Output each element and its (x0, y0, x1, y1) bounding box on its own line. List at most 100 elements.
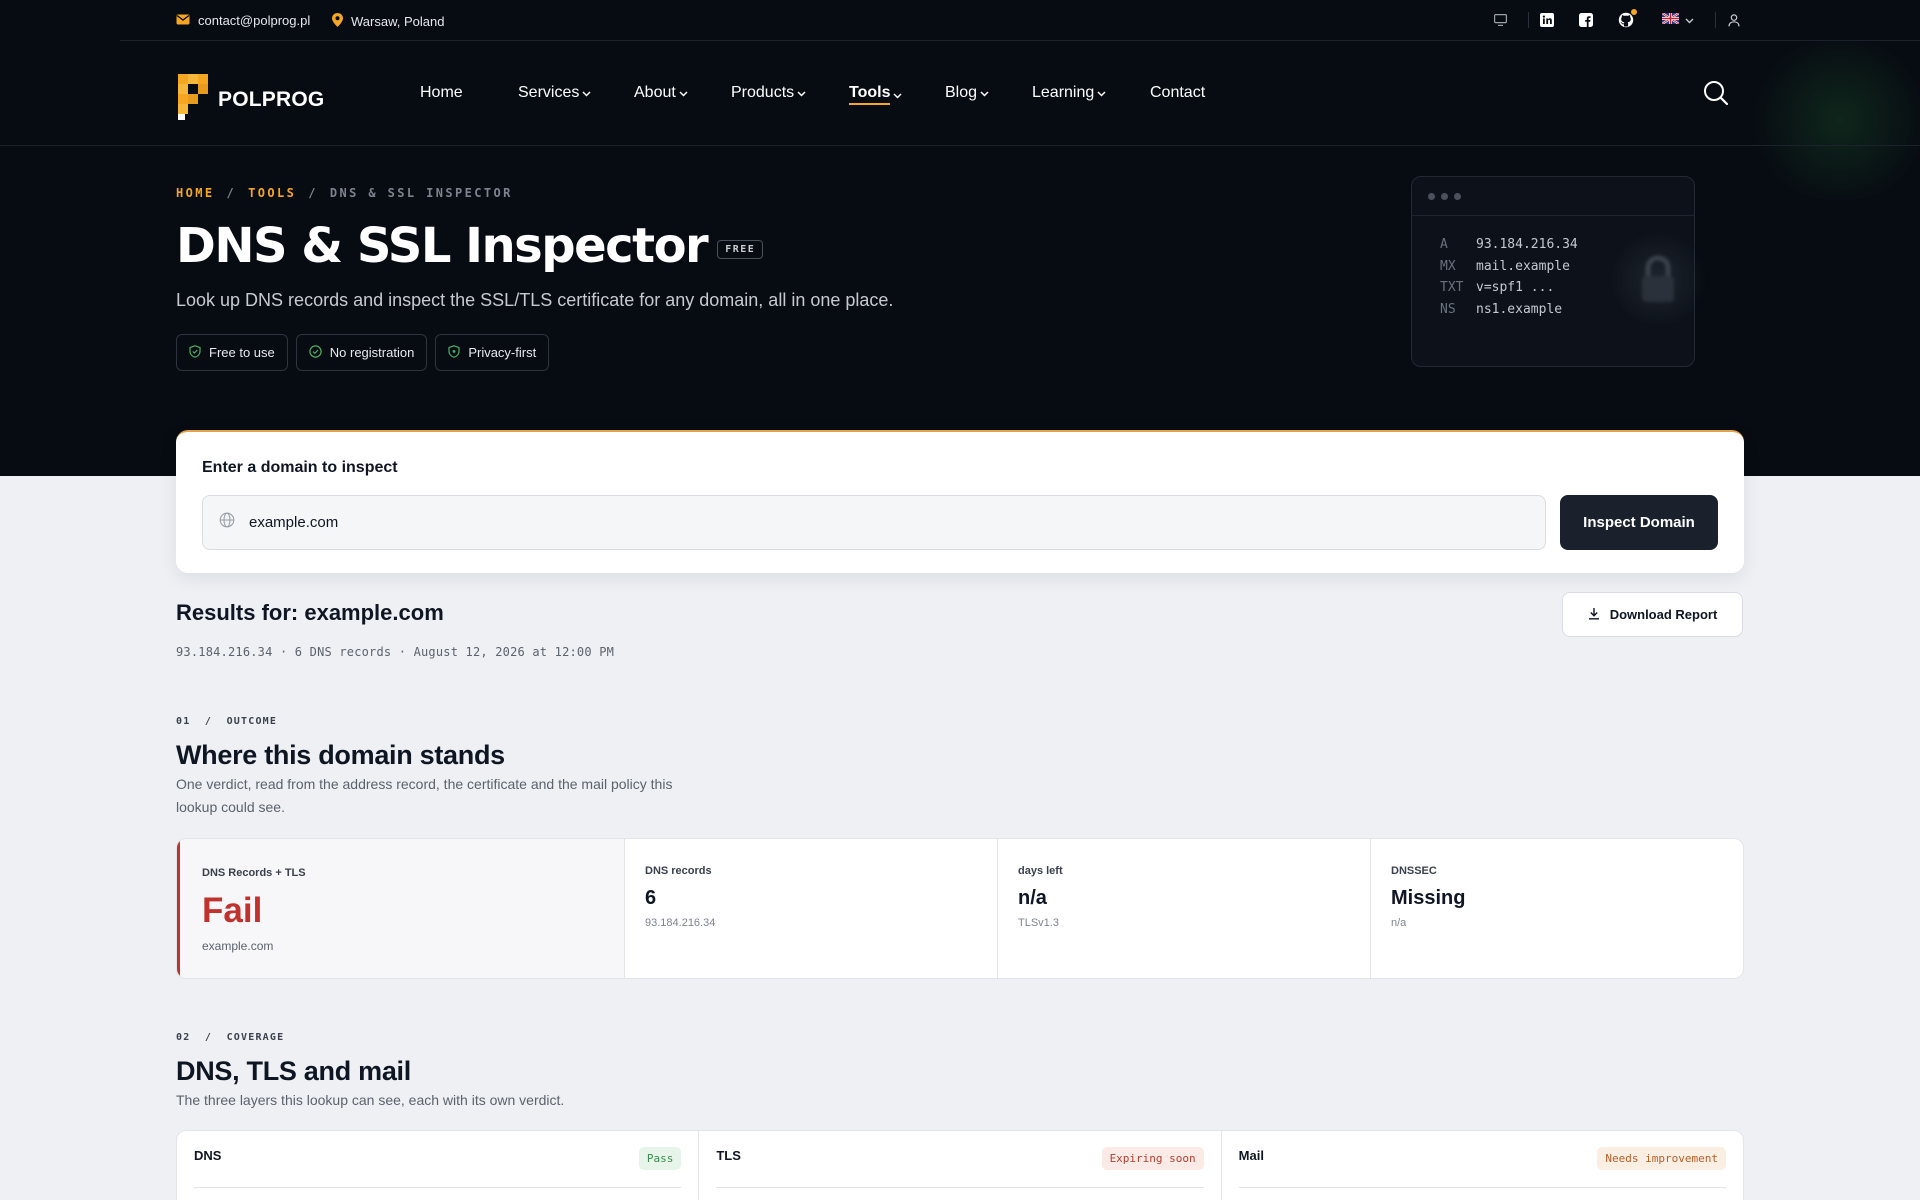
coverage-dns: DNS Pass (177, 1131, 700, 1200)
outcome-grid: DNS Records + TLS Fail example.com DNS r… (176, 838, 1744, 979)
coverage-name: DNS (194, 1148, 222, 1163)
nav-home[interactable]: Home (420, 84, 463, 102)
page-subtitle: Look up DNS records and inspect the SSL/… (176, 290, 894, 310)
verdict-domain: example.com (202, 939, 274, 953)
logo-text: POLPROG (218, 87, 325, 111)
contact-email[interactable]: contact@polprog.pl (176, 13, 310, 28)
results-meta: 93.184.216.34 · 6 DNS records · August 1… (176, 645, 615, 659)
breadcrumb-current: DNS & SSL INSPECTOR (329, 186, 513, 200)
notification-dot (1631, 9, 1637, 15)
breadcrumb-tools[interactable]: TOOLS (248, 186, 296, 200)
coverage-tls: TLS Expiring soon (699, 1131, 1222, 1200)
user-icon[interactable] (1726, 12, 1742, 28)
metric-sub: n/a (1391, 917, 1407, 929)
metric-value: Missing (1391, 887, 1466, 909)
status-badge: Needs improvement (1597, 1147, 1726, 1170)
uk-flag-icon (1661, 11, 1680, 29)
metric-label: days left (1018, 865, 1063, 877)
shield-icon (448, 344, 460, 361)
metric-dnssec: DNSSEC Missing n/a (1371, 839, 1743, 978)
window-dots (1412, 177, 1694, 216)
lock-icon (1608, 229, 1708, 329)
page-title-text: DNS & SSL Inspector (176, 218, 709, 274)
chevron-down-icon (893, 86, 903, 104)
nav-services-label: Services (518, 84, 580, 101)
chip-no-registration: No registration (295, 334, 428, 371)
email-text: contact@polprog.pl (198, 13, 311, 28)
metric-dns-records: DNS records 6 93.184.216.34 (625, 839, 998, 978)
nav-about[interactable]: About (634, 84, 688, 102)
location: Warsaw, Poland (332, 13, 444, 30)
domain-input-wrapper[interactable] (202, 495, 1546, 550)
metric-sub: TLSv1.3 (1018, 917, 1059, 929)
linkedin-icon[interactable] (1539, 12, 1555, 28)
logo[interactable]: POLPROG (178, 74, 324, 125)
chevron-down-icon (679, 84, 688, 102)
metric-label: DNSSEC (1391, 865, 1437, 877)
section-eyebrow: 01 / OUTCOME (176, 716, 278, 727)
verdict-value: Fail (202, 891, 263, 930)
chip-label: Free to use (209, 345, 275, 360)
location-text: Warsaw, Poland (351, 14, 445, 29)
polprog-logo-icon (178, 74, 211, 125)
nav-blog-label: Blog (945, 84, 978, 101)
github-icon[interactable] (1618, 9, 1637, 28)
coverage-title: DNS, TLS and mail (176, 1056, 411, 1086)
nav-blog[interactable]: Blog (945, 84, 989, 102)
chevron-down-icon (1097, 84, 1106, 102)
check-circle-icon (309, 344, 322, 361)
chip-free: Free to use (176, 334, 288, 371)
download-label: Download Report (1609, 607, 1718, 622)
results-title: Results for: example.com (176, 600, 444, 625)
chip-label: No registration (329, 345, 415, 360)
verdict-label: DNS Records + TLS (202, 867, 306, 879)
metric-sub: 93.184.216.34 (645, 917, 716, 929)
location-pin-icon (332, 13, 343, 30)
inspect-domain-button[interactable]: Inspect Domain (1560, 495, 1718, 550)
page-title: DNS & SSL Inspector FREE (176, 218, 764, 274)
chevron-down-icon (797, 84, 806, 102)
domain-search-card: Enter a domain to inspect Inspect Domain (176, 430, 1744, 573)
breadcrumb-separator: / (308, 186, 318, 200)
nav-services[interactable]: Services (518, 84, 591, 102)
nav-products[interactable]: Products (731, 84, 806, 102)
coverage-description: The three layers this lookup can see, ea… (176, 1092, 565, 1108)
section-eyebrow: 02 / COVERAGE (176, 1032, 285, 1043)
chip-label: Privacy-first (468, 345, 537, 360)
feature-chips: Free to use No registration Privacy-firs… (176, 334, 550, 371)
breadcrumb: HOME / TOOLS / DNS & SSL INSPECTOR (176, 186, 513, 200)
outcome-description: One verdict, read from the address recor… (176, 776, 673, 815)
divider (1528, 12, 1529, 28)
download-icon (1588, 607, 1600, 623)
nav-tools-label: Tools (849, 84, 891, 105)
facebook-icon[interactable] (1578, 12, 1594, 28)
status-badge: Expiring soon (1101, 1147, 1204, 1170)
chevron-down-icon (582, 84, 591, 102)
divider (1715, 12, 1716, 28)
nav-home-label: Home (420, 84, 463, 101)
chevron-down-icon (1685, 11, 1694, 29)
shield-check-icon (189, 344, 201, 361)
metric-days-left: days left n/a TLSv1.3 (998, 839, 1371, 978)
nav-contact[interactable]: Contact (1150, 84, 1205, 102)
verdict-cell: DNS Records + TLS Fail example.com (177, 839, 625, 978)
monitor-icon[interactable] (1492, 12, 1508, 28)
nav-learning-label: Learning (1032, 84, 1095, 101)
domain-input-label: Enter a domain to inspect (202, 459, 398, 476)
domain-input[interactable] (249, 514, 1449, 531)
nav-learning[interactable]: Learning (1032, 84, 1106, 102)
coverage-name: TLS (716, 1148, 741, 1163)
main-navigation: POLPROG Home Services About Products Too… (0, 41, 1920, 146)
chevron-down-icon (980, 84, 989, 102)
coverage-grid: DNS Pass TLS Expiring soon Mail Needs im… (176, 1130, 1744, 1200)
search-icon[interactable] (1702, 79, 1730, 107)
nav-about-label: About (634, 84, 676, 101)
top-bar: contact@polprog.pl Warsaw, Poland (120, 0, 1920, 41)
mail-icon (176, 13, 190, 28)
language-selector[interactable] (1661, 11, 1698, 29)
breadcrumb-home[interactable]: HOME (176, 186, 215, 200)
outcome-title: Where this domain stands (176, 740, 505, 770)
download-report-button[interactable]: Download Report (1562, 592, 1743, 637)
status-badge: Pass (638, 1147, 682, 1170)
nav-tools[interactable]: Tools (849, 84, 903, 105)
